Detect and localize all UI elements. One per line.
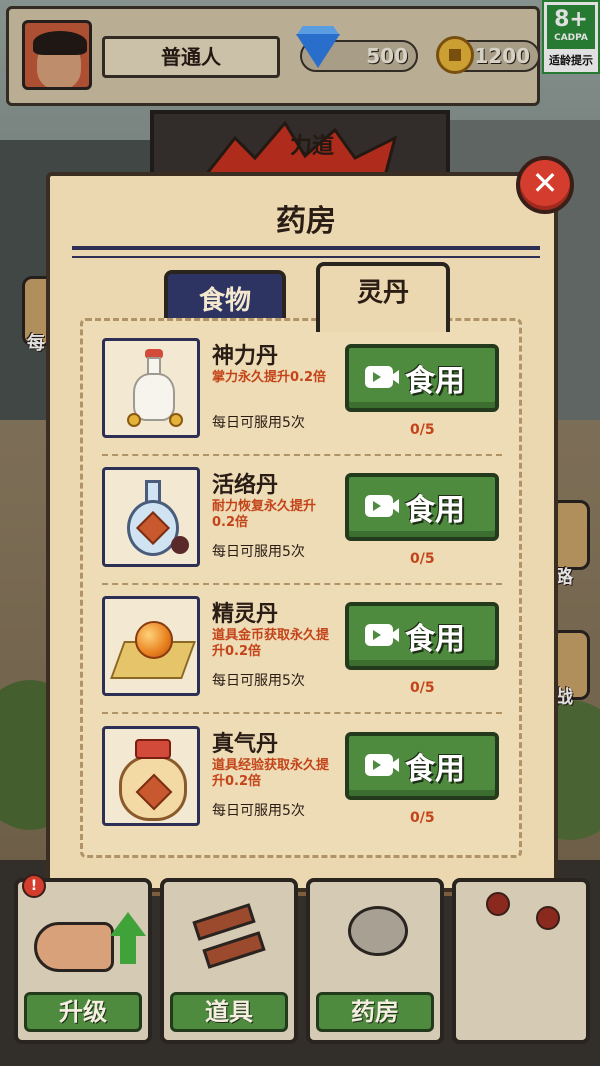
nav-items-label: 道具 <box>170 992 288 1032</box>
potion-flask-icon <box>102 467 200 567</box>
nav-pharmacy-label: 药房 <box>316 992 434 1032</box>
nav-items[interactable]: 道具 <box>160 878 298 1044</box>
item-separator <box>102 583 502 585</box>
nav-pharmacy[interactable]: 药房 <box>306 878 444 1044</box>
item-desc: 道具金币获取永久提升0.2倍 <box>212 628 330 659</box>
item-limit: 每日可服用5次 <box>212 415 305 431</box>
use-button[interactable]: 食用 <box>345 732 499 800</box>
item-desc: 掌力永久提升0.2倍 <box>212 370 327 385</box>
close-icon: ✕ <box>531 164 559 202</box>
list-item: 真气丹 道具经验获取永久提升0.2倍 每日可服用5次 食用 0/5 <box>102 726 512 834</box>
item-separator <box>102 712 502 714</box>
item-name: 活络丹 <box>212 473 279 498</box>
item-count: 0/5 <box>410 422 435 438</box>
item-limit: 每日可服用5次 <box>212 544 305 560</box>
item-count: 0/5 <box>410 810 435 826</box>
hand-upgrade-icon <box>34 922 114 972</box>
item-desc: 耐力恢复永久提升0.2倍 <box>212 499 317 530</box>
item-separator <box>102 454 502 456</box>
item-limit: 每日可服用5次 <box>212 673 305 689</box>
teapot-icon <box>348 906 408 956</box>
nav-upgrade-label: 升级 <box>24 992 142 1032</box>
item-desc: 道具经验获取永久提升0.2倍 <box>212 758 330 789</box>
item-count: 0/5 <box>410 680 435 696</box>
video-icon <box>365 366 399 388</box>
item-limit: 每日可服用5次 <box>212 803 305 819</box>
golden-orb-icon <box>102 596 200 696</box>
tab-pills[interactable]: 灵丹 <box>316 262 450 332</box>
use-button-label: 食用 <box>405 364 465 399</box>
item-name: 精灵丹 <box>212 602 279 627</box>
white-vase-icon <box>102 338 200 438</box>
use-button-label: 食用 <box>405 752 465 787</box>
list-item: 精灵丹 道具金币获取永久提升0.2倍 每日可服用5次 食用 0/5 <box>102 596 512 714</box>
drumstick-icon <box>486 892 510 916</box>
title-divider <box>72 246 540 258</box>
item-name: 神力丹 <box>212 344 279 369</box>
video-icon <box>365 754 399 776</box>
video-icon <box>365 624 399 646</box>
use-button[interactable]: 食用 <box>345 344 499 412</box>
list-item: 活络丹 耐力恢复永久提升0.2倍 每日可服用5次 食用 0/5 <box>102 467 512 585</box>
close-button[interactable]: ✕ <box>516 156 574 214</box>
nav-upgrade[interactable]: ! 升级 <box>14 874 152 1044</box>
panel-title: 药房 <box>276 204 336 239</box>
use-button-label: 食用 <box>405 622 465 657</box>
item-name: 真气丹 <box>212 732 279 757</box>
use-button[interactable]: 食用 <box>345 602 499 670</box>
item-count: 0/5 <box>410 551 435 567</box>
list-item: 神力丹 掌力永久提升0.2倍 每日可服用5次 食用 0/5 <box>102 338 512 456</box>
arrow-up-icon <box>110 912 146 936</box>
use-button[interactable]: 食用 <box>345 473 499 541</box>
elixir-jar-icon <box>102 726 200 826</box>
use-button-label: 食用 <box>405 493 465 528</box>
video-icon <box>365 495 399 517</box>
notification-dot: ! <box>22 874 46 898</box>
nav-extra[interactable] <box>452 878 590 1044</box>
